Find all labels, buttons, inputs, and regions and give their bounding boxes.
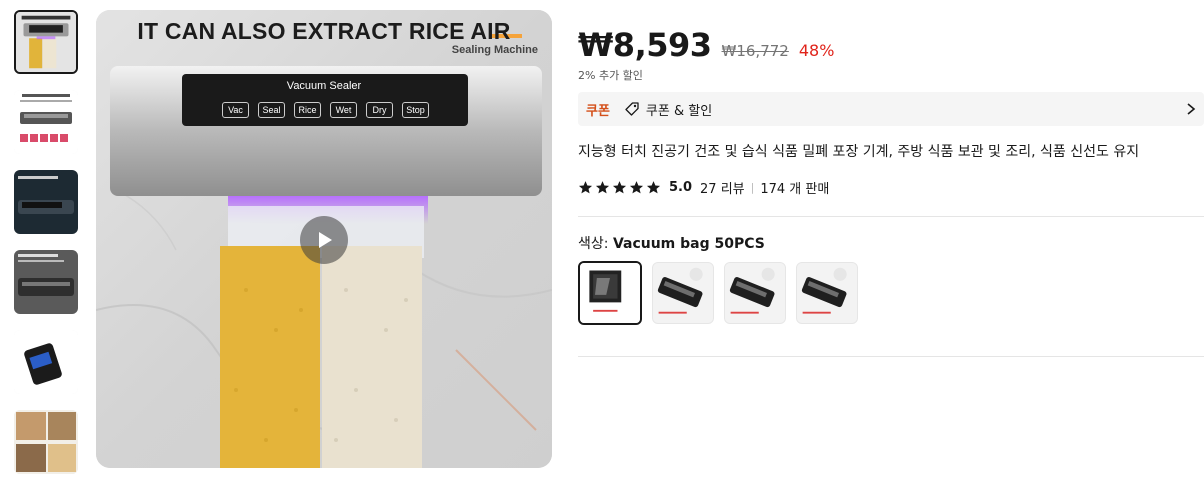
panel-button-dry: Dry: [366, 102, 393, 118]
color-option-2[interactable]: [652, 262, 714, 324]
divider: [578, 216, 1204, 217]
extra-discount: 2% 추가 할인: [578, 69, 643, 82]
coupon-bar[interactable]: 쿠폰 쿠폰 & 할인: [578, 92, 1204, 126]
panel-title: Vacuum Sealer: [286, 80, 362, 92]
thumbnail-6[interactable]: [14, 410, 78, 474]
coupon-label: 쿠폰: [586, 103, 610, 119]
star-icon: [595, 181, 610, 194]
main-product-image[interactable]: IT CAN ALSO EXTRACT RICE AIR Sealing Mac…: [96, 10, 552, 468]
panel-button-seal: Seal: [258, 102, 285, 118]
star-icon: [578, 181, 593, 194]
color-option-4[interactable]: [796, 262, 858, 324]
tag-icon: [625, 102, 639, 116]
thumbnail-4[interactable]: [14, 250, 78, 314]
star-rating: [578, 180, 661, 195]
star-icon: [646, 181, 661, 194]
image-subtitle: Sealing Machine: [451, 44, 538, 56]
color-option-1[interactable]: [578, 261, 642, 325]
chevron-right-icon: [1187, 103, 1196, 115]
discount-percent: 48%: [798, 41, 835, 60]
star-icon: [629, 181, 644, 194]
panel-button-rice: Rice: [294, 102, 321, 118]
price-row: ₩8,593 ₩16,772 48%: [578, 26, 834, 64]
color-label: 색상: Vacuum bag 50PCS: [578, 233, 765, 253]
panel-buttons: Vac Seal Rice Wet Dry Stop: [222, 102, 429, 118]
separator: |: [750, 181, 755, 194]
review-count[interactable]: 27 리뷰: [700, 178, 745, 197]
panel-button-wet: Wet: [330, 102, 357, 118]
selected-color: Vacuum bag 50PCS: [612, 236, 765, 252]
star-icon: [612, 181, 627, 194]
image-headline: IT CAN ALSO EXTRACT RICE AIR: [137, 18, 511, 44]
divider: [578, 356, 1204, 357]
play-icon: [319, 232, 332, 248]
thumbnail-list: [14, 10, 80, 490]
sale-price: ₩8,593: [578, 26, 712, 64]
color-label-prefix: 색상:: [578, 236, 613, 252]
color-option-3[interactable]: [724, 262, 786, 324]
color-options: [578, 261, 858, 325]
thumbnail-1[interactable]: [14, 10, 78, 74]
sold-count: 174 개 판매: [760, 182, 830, 197]
thumbnail-3[interactable]: [14, 170, 78, 234]
panel-button-stop: Stop: [402, 102, 429, 118]
thumbnail-2[interactable]: [14, 90, 78, 154]
panel-button-vac: Vac: [222, 102, 249, 118]
rating-score: 5.0: [669, 180, 693, 195]
thumbnail-5[interactable]: [14, 330, 78, 394]
play-video-button[interactable]: [300, 216, 348, 264]
original-price: ₩16,772: [721, 42, 789, 60]
product-title: 지능형 터치 진공기 건조 및 습식 식품 밀폐 포장 기계, 주방 식품 보관…: [578, 144, 1140, 160]
rating-row[interactable]: 5.0 27 리뷰 | 174 개 판매: [578, 178, 829, 197]
coupon-text: 쿠폰 & 할인: [645, 103, 713, 119]
